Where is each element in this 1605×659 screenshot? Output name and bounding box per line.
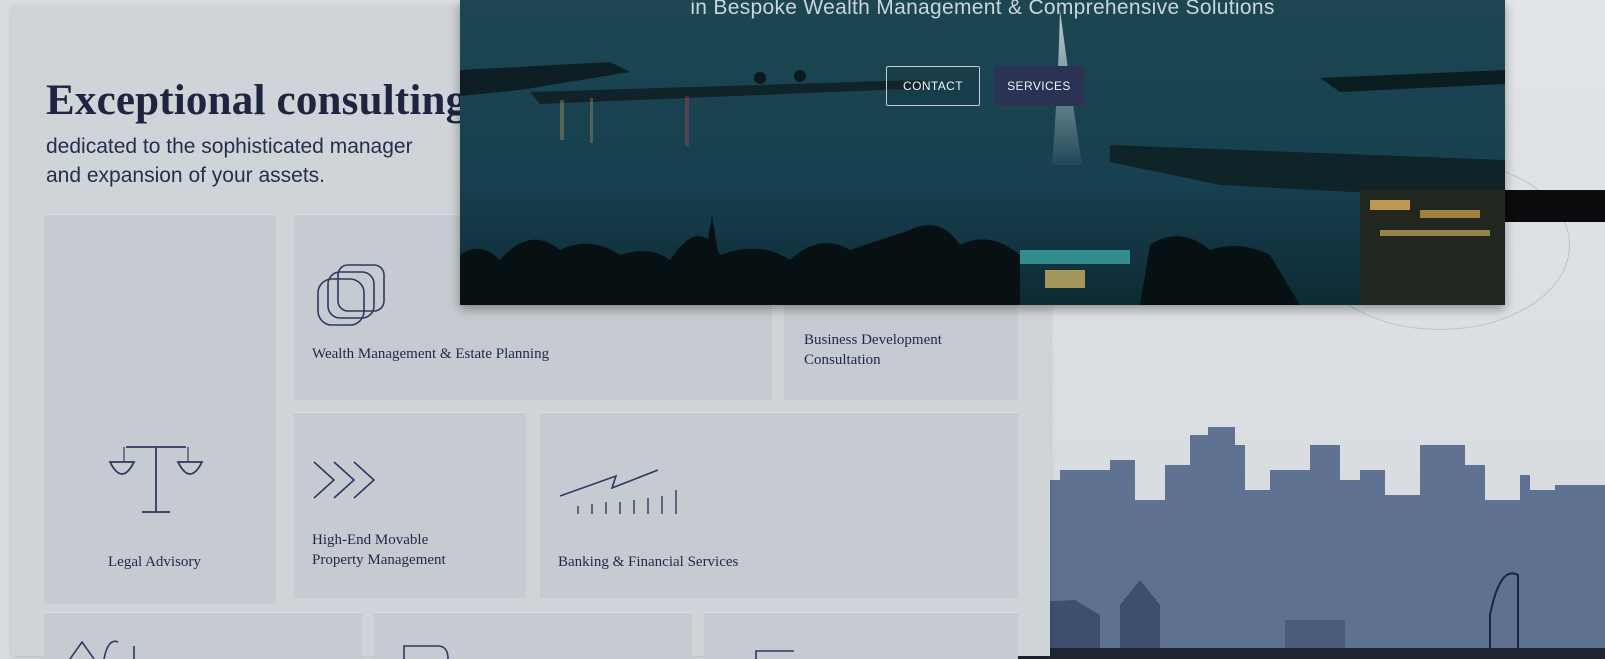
banking-card[interactable]: Banking & Financial Services [540,412,1018,598]
hero-tagline: in Bespoke Wealth Management & Comprehen… [690,0,1275,19]
intro-subtitle-line-2: and expansion of your assets. [46,164,326,187]
lake-night-scene [460,0,1505,305]
city-skyline-illustration [1020,427,1605,659]
hero-video-panel: in Bespoke Wealth Management & Comprehen… [460,0,1505,305]
legal-advisory-card[interactable]: Legal Advisory [44,214,276,604]
growth-chart-icon [559,469,677,514]
banking-label: Banking & Financial Services [558,554,739,570]
service-card-partial[interactable] [704,612,1018,659]
scales-icon [108,446,204,513]
partial-icon [69,640,135,659]
service-card-partial[interactable] [374,612,692,659]
chevrons-icon [313,461,376,499]
wealth-management-label: Wealth Management & Estate Planning [312,346,550,362]
intro-subtitle-line-1: dedicated to the sophisticated manager [46,135,413,158]
movable-property-card[interactable]: High-End Movable Property Management [294,412,526,598]
movable-property-label: High-End Movable Property Management [312,532,446,568]
overlapping-squares-icon [317,264,385,326]
partial-icon [755,650,794,659]
intro-subtitle: dedicated to the sophisticated manager a… [46,132,476,190]
partial-icon [403,645,449,659]
business-development-card[interactable]: Business Development Consultation [784,300,1018,400]
legal-advisory-label: Legal Advisory [108,554,201,570]
page-title: Exceptional consulting [46,77,468,124]
business-development-label: Business Development Consultation [804,332,942,368]
service-card-partial[interactable] [44,612,362,659]
contact-button[interactable]: CONTACT [886,66,980,106]
services-button[interactable]: SERVICES [994,66,1084,106]
